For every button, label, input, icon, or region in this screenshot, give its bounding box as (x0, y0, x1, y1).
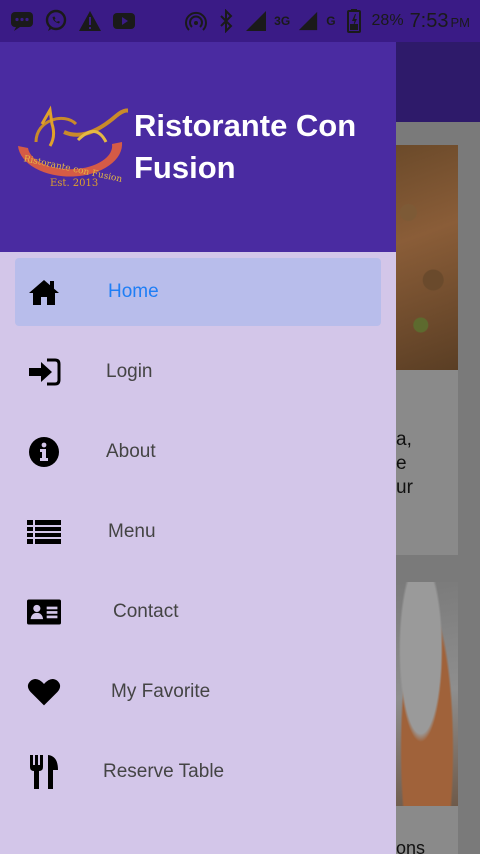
list-icon (27, 515, 61, 549)
signal-icon (296, 9, 320, 33)
warning-icon (78, 9, 102, 33)
dish-image (396, 145, 458, 370)
nav-item-favorite[interactable]: My Favorite (15, 658, 381, 726)
status-bar: 3G G 28% 7:53 PM (0, 0, 480, 42)
clock-ampm: PM (450, 14, 471, 30)
nav-item-home[interactable]: Home (15, 258, 381, 326)
battery-icon (342, 9, 366, 33)
nav-item-contact[interactable]: Contact (15, 578, 381, 646)
clock: 7:53 PM (410, 10, 470, 33)
nav-label: Menu (108, 521, 156, 542)
dish-description: ons (396, 838, 426, 854)
network-type: G (326, 14, 336, 28)
nav-label: Reserve Table (103, 761, 225, 782)
nav-label: My Favorite (111, 681, 211, 702)
bluetooth-icon (214, 9, 238, 33)
dish-description: a, e ur (396, 429, 413, 498)
battery-percent: 28% (371, 12, 404, 29)
clock-time: 7:53 (409, 9, 449, 32)
nav-label: Home (108, 281, 159, 302)
cutlery-icon (27, 755, 61, 789)
nav-label: Contact (113, 601, 179, 622)
address-card-icon (27, 595, 61, 629)
app-toolbar (396, 42, 480, 122)
youtube-icon (112, 9, 136, 33)
nav-item-login[interactable]: Login (15, 338, 381, 406)
nav-item-menu[interactable]: Menu (15, 498, 381, 566)
heart-icon (27, 675, 61, 709)
drawer-nav: Home Login About Menu Contact My Favorit… (0, 252, 396, 806)
info-circle-icon (27, 435, 61, 469)
hotspot-icon (184, 9, 208, 33)
dish-card[interactable]: ons (396, 582, 458, 854)
restaurant-logo: Ristorante con Fusion Est. 2013 (16, 102, 134, 192)
home-icon (27, 275, 61, 309)
restaurant-name: Ristorante Con Fusion (134, 108, 357, 185)
navigation-drawer: Ristorante con Fusion Est. 2013 Ristoran… (0, 42, 396, 854)
drawer-header: Ristorante con Fusion Est. 2013 Ristoran… (0, 42, 396, 252)
network-type: 3G (274, 14, 291, 28)
nav-label: About (106, 441, 156, 462)
signal-icon (244, 9, 268, 33)
dish-card[interactable]: a, e ur (396, 145, 458, 555)
message-icon (10, 9, 34, 33)
sign-in-icon (27, 355, 61, 389)
nav-item-reserve-table[interactable]: Reserve Table (15, 738, 381, 806)
dish-image (396, 582, 458, 806)
whatsapp-icon (44, 9, 68, 33)
nav-item-about[interactable]: About (15, 418, 381, 486)
svg-text:Est. 2013: Est. 2013 (50, 178, 98, 189)
nav-label: Login (106, 361, 153, 382)
